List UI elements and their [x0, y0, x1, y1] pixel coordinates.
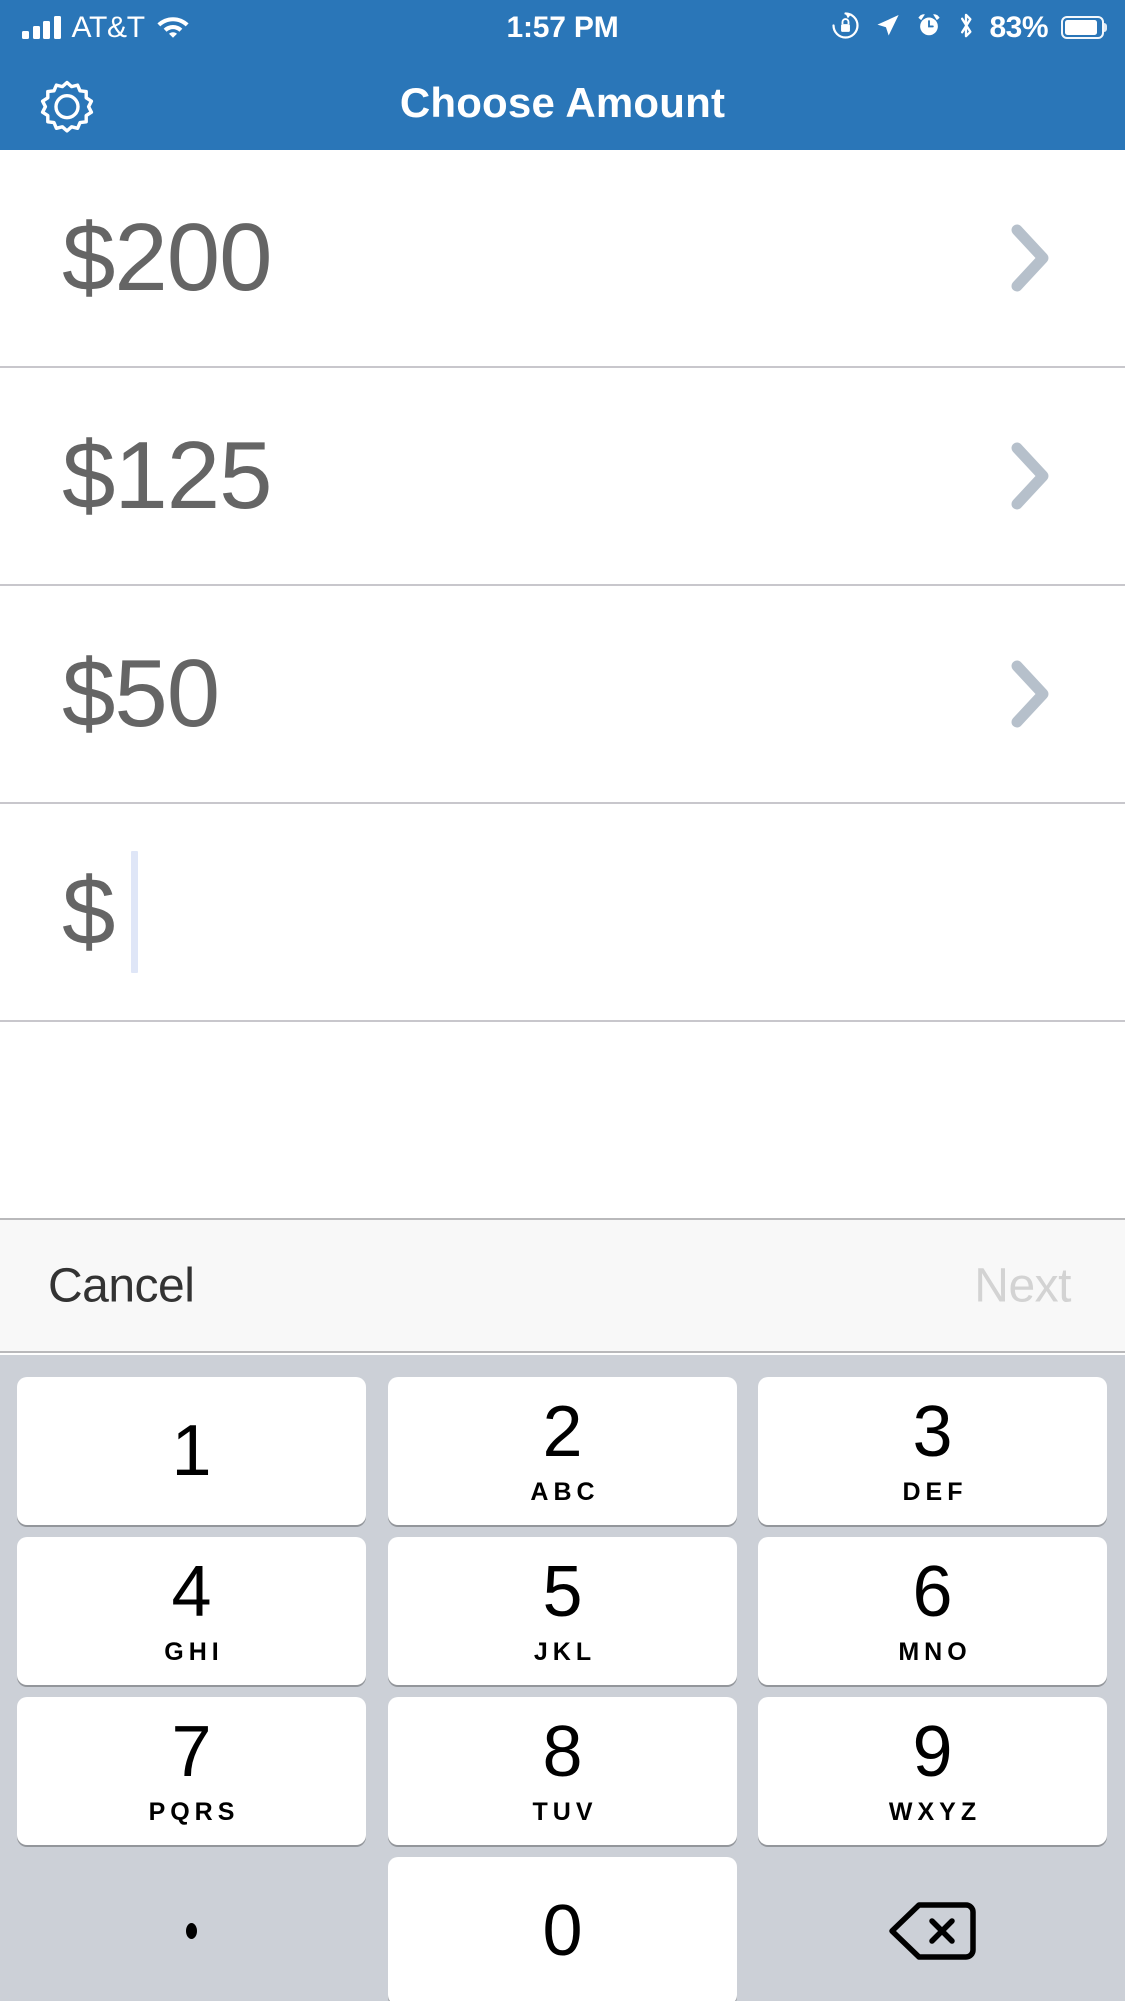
chevron-right-icon: [1009, 440, 1053, 512]
text-caret: [131, 851, 138, 973]
key-digit: 5: [542, 1551, 583, 1632]
key-letters: ABC: [530, 1477, 600, 1506]
key-letters: JKL: [533, 1637, 597, 1666]
backspace-icon: [888, 1899, 978, 1963]
chevron-right-icon: [1009, 658, 1053, 730]
page-title: Choose Amount: [399, 78, 726, 126]
bluetooth-icon: [956, 11, 976, 45]
battery-icon: [1061, 16, 1107, 39]
key-4[interactable]: 4 GHI: [17, 1537, 366, 1685]
key-0[interactable]: 0: [388, 1857, 737, 2001]
status-bar: AT&T 1:57 PM 83%: [0, 0, 1125, 55]
currency-prefix-label: $: [62, 858, 116, 965]
keypad-row: 1 2 ABC 3 DEF: [0, 1371, 1125, 1531]
app-screen: AT&T 1:57 PM 83% Choose Amount $200 $125…: [0, 0, 1125, 2001]
key-backspace[interactable]: [758, 1857, 1107, 2001]
alarm-clock-icon: [915, 11, 943, 44]
key-8[interactable]: 8 TUV: [388, 1697, 737, 1845]
custom-amount-row[interactable]: $: [0, 804, 1125, 1022]
chevron-right-icon: [1009, 222, 1053, 294]
amount-row-50[interactable]: $50: [0, 586, 1125, 804]
keypad-row: 0: [0, 1851, 1125, 2001]
key-digit: 9: [912, 1711, 953, 1792]
key-letters: PQRS: [148, 1797, 240, 1826]
amount-row-125[interactable]: $125: [0, 368, 1125, 586]
key-letters: TUV: [532, 1797, 598, 1826]
key-digit: 8: [542, 1711, 583, 1792]
amount-label: $200: [62, 204, 273, 311]
key-letters: MNO: [898, 1637, 972, 1666]
key-digit: 4: [171, 1551, 212, 1632]
key-6[interactable]: 6 MNO: [758, 1537, 1107, 1685]
key-period[interactable]: [17, 1857, 366, 2001]
key-digit: 7: [171, 1711, 212, 1792]
key-letters: WXYZ: [888, 1797, 982, 1826]
key-5[interactable]: 5 JKL: [388, 1537, 737, 1685]
amount-row-200[interactable]: $200: [0, 150, 1125, 368]
key-7[interactable]: 7 PQRS: [17, 1697, 366, 1845]
key-digit: 0: [542, 1891, 583, 1971]
key-2[interactable]: 2 ABC: [388, 1377, 737, 1525]
key-9[interactable]: 9 WXYZ: [758, 1697, 1107, 1845]
battery-percent-label: 83%: [989, 10, 1048, 44]
rotation-lock-icon: [831, 11, 860, 45]
keyboard-accessory-toolbar: Cancel Next: [0, 1218, 1125, 1353]
key-letters: DEF: [902, 1477, 968, 1506]
keypad-row: 4 GHI 5 JKL 6 MNO: [0, 1531, 1125, 1691]
key-digit: 1: [171, 1411, 212, 1491]
amount-label: $50: [62, 640, 220, 747]
status-bar-right: 83%: [831, 0, 1107, 55]
location-arrow-icon: [873, 11, 902, 45]
navigation-bar: Choose Amount: [0, 55, 1125, 150]
key-1[interactable]: 1: [17, 1377, 366, 1525]
key-digit: 3: [912, 1391, 953, 1472]
amount-list: $200 $125 $50 $: [0, 150, 1125, 1022]
key-letters: GHI: [164, 1637, 224, 1666]
next-button[interactable]: Next: [974, 1258, 1071, 1313]
key-3[interactable]: 3 DEF: [758, 1377, 1107, 1525]
keypad-row: 7 PQRS 8 TUV 9 WXYZ: [0, 1691, 1125, 1851]
amount-label: $125: [62, 422, 273, 529]
key-digit: 2: [542, 1391, 583, 1472]
key-digit: 6: [912, 1551, 953, 1632]
numeric-keypad: 1 2 ABC 3 DEF 4 GHI 5 JKL 6 MNO 7 PQRS 8…: [0, 1355, 1125, 2001]
period-icon: [186, 1923, 197, 1939]
cancel-button[interactable]: Cancel: [48, 1258, 195, 1313]
clock-label: 1:57 PM: [506, 10, 619, 44]
